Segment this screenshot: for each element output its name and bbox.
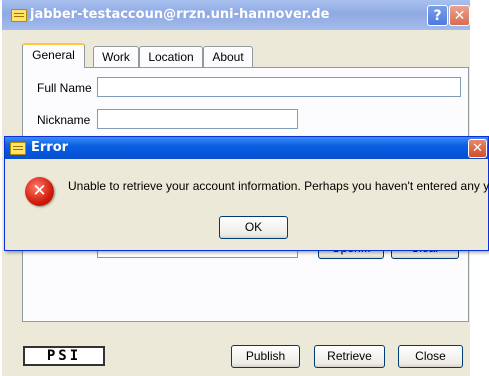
publish-button[interactable]: Publish bbox=[231, 345, 300, 368]
tab-work[interactable]: Work bbox=[93, 46, 139, 67]
tab-general-label: General bbox=[32, 48, 75, 62]
help-icon: ? bbox=[433, 8, 442, 24]
psi-logo: PSI bbox=[23, 346, 105, 366]
full-name-field[interactable] bbox=[97, 77, 461, 97]
error-icon: ✕ bbox=[25, 177, 54, 206]
retrieve-button[interactable]: Retrieve bbox=[314, 345, 385, 368]
window-title: jabber-testaccoun@rrzn.uni-hannover.de bbox=[30, 7, 330, 22]
close-icon: ✕ bbox=[453, 8, 466, 24]
window-titlebar[interactable]: jabber-testaccoun@rrzn.uni-hannover.de ?… bbox=[2, 0, 470, 30]
app-icon bbox=[11, 9, 27, 22]
error-x-glyph: ✕ bbox=[32, 181, 47, 201]
tab-location[interactable]: Location bbox=[139, 46, 203, 67]
tab-location-label: Location bbox=[148, 50, 194, 64]
error-dialog-titlebar[interactable]: Error ✕ bbox=[5, 137, 488, 159]
error-dialog-close-button[interactable]: ✕ bbox=[468, 139, 487, 158]
error-dialog: Error ✕ ✕ Unable to retrieve your accoun… bbox=[4, 136, 489, 251]
close-button[interactable]: Close bbox=[398, 345, 463, 368]
tab-general[interactable]: General bbox=[22, 43, 85, 68]
tab-work-label: Work bbox=[102, 50, 130, 64]
help-button[interactable]: ? bbox=[427, 5, 448, 26]
ok-button[interactable]: OK bbox=[219, 216, 288, 239]
full-name-label: Full Name bbox=[37, 81, 92, 95]
window-close-button[interactable]: ✕ bbox=[449, 5, 470, 26]
nickname-label: Nickname bbox=[37, 113, 91, 127]
tab-about-label: About bbox=[212, 50, 244, 64]
close-icon: ✕ bbox=[472, 141, 483, 156]
tab-about[interactable]: About bbox=[203, 46, 253, 67]
dialog-app-icon bbox=[10, 142, 26, 155]
nickname-field[interactable] bbox=[97, 109, 298, 129]
error-dialog-title: Error bbox=[31, 140, 69, 155]
error-message: Unable to retrieve your account informat… bbox=[68, 179, 489, 193]
